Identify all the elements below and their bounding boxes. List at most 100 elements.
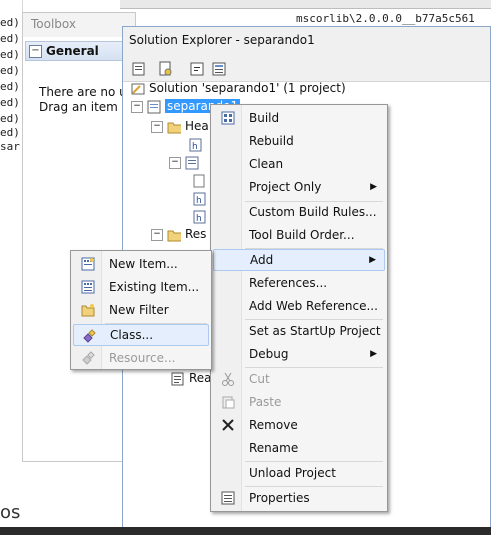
add-submenu: New Item... Existing Item... New Filter … — [70, 250, 212, 370]
menu-item-label: Set as StartUp Project — [249, 324, 381, 338]
tree-node-headers[interactable]: − Hea — [151, 119, 209, 137]
editor-line: ed) : — [0, 48, 22, 61]
menu-item-paste[interactable]: Paste — [213, 391, 385, 413]
menu-item-label: Custom Build Rules... — [249, 205, 377, 219]
tree-node-label: Rea — [189, 371, 212, 385]
tree-file[interactable]: h — [193, 209, 211, 227]
file-icon — [193, 174, 205, 187]
toolbox-group-general[interactable]: − General — [25, 41, 135, 61]
main-toolbar-fragment — [120, 0, 491, 9]
header-file-icon: h — [193, 210, 206, 224]
menu-item-label: Properties — [249, 491, 310, 505]
new-item-icon — [81, 257, 95, 271]
solution-icon — [131, 83, 145, 94]
menu-item-cut[interactable]: Cut — [213, 368, 385, 390]
menu-item-label: Class... — [110, 328, 154, 342]
toolbox-title: Toolbox — [23, 13, 135, 37]
menu-item-label: Tool Build Order... — [249, 228, 355, 242]
editor-line: ed) : — [0, 96, 22, 109]
menu-item-label: Paste — [249, 395, 282, 409]
class-view-icon — [212, 62, 226, 76]
menu-item-build[interactable]: Build — [213, 107, 385, 129]
editor-line: ed) : — [0, 32, 22, 45]
menu-item-label: Rename — [249, 441, 299, 455]
tree-node-solution[interactable]: Solution 'separando1' (1 project) — [131, 81, 346, 99]
menu-item-label: Project Only — [249, 180, 322, 194]
collapse-toggle-icon[interactable]: − — [169, 156, 181, 169]
menu-item-class[interactable]: Class... — [73, 324, 209, 346]
menu-item-rename[interactable]: Rename — [213, 437, 385, 459]
menu-item-resource[interactable]: Resource... — [73, 347, 209, 369]
tree-file[interactable]: h — [193, 191, 211, 209]
remove-x-icon — [222, 419, 234, 431]
menu-item-label: Remove — [249, 418, 298, 432]
menu-item-rebuild[interactable]: Rebuild — [213, 130, 385, 152]
collapse-toggle-icon[interactable]: − — [29, 45, 42, 58]
view-code-toolbar-button[interactable] — [187, 59, 207, 79]
svg-text:h: h — [196, 196, 202, 206]
editor-line: sar — [0, 140, 20, 153]
menu-item-existing-item[interactable]: Existing Item... — [73, 276, 209, 298]
tree-file[interactable]: − — [169, 155, 203, 173]
collapse-toggle-icon[interactable]: − — [151, 228, 163, 241]
tree-node-label: Hea — [185, 119, 209, 133]
show-all-files-icon — [159, 61, 172, 76]
tree-file[interactable]: h — [189, 137, 207, 155]
existing-item-icon — [81, 280, 95, 294]
menu-item-label: Cut — [249, 372, 270, 386]
collapse-toggle-icon[interactable]: − — [131, 100, 143, 113]
submenu-arrow-icon: ▶ — [370, 349, 377, 359]
menu-item-project-only[interactable]: Project Only ▶ — [213, 176, 385, 198]
show-all-files-toolbar-button[interactable] — [155, 59, 175, 79]
tree-node-resources[interactable]: − Res — [151, 227, 206, 245]
menu-item-label: Build — [249, 111, 280, 125]
menu-item-label: Add Web Reference... — [249, 299, 378, 313]
class-view-toolbar-button[interactable] — [209, 59, 229, 79]
editor-line: ed) : — [0, 112, 22, 125]
svg-text:h: h — [196, 214, 202, 224]
menu-item-tool-build-order[interactable]: Tool Build Order... — [213, 224, 385, 246]
tree-file[interactable] — [193, 173, 211, 191]
project-icon — [147, 100, 161, 113]
menu-item-label: Debug — [249, 347, 289, 361]
properties-icon — [132, 62, 145, 76]
project-context-menu: Build Rebuild Clean Project Only ▶ Custo… — [210, 104, 388, 512]
toolbox-window: Toolbox − General There are no us Drag a… — [22, 12, 136, 462]
background-text: os — [0, 502, 21, 523]
menu-item-clean[interactable]: Clean — [213, 153, 385, 175]
menu-item-add-web-reference[interactable]: Add Web Reference... — [213, 295, 385, 317]
menu-item-new-item[interactable]: New Item... — [73, 253, 209, 275]
properties-toolbar-button[interactable] — [129, 59, 149, 79]
text-file-icon — [171, 372, 184, 385]
form-file-icon — [185, 156, 199, 169]
scissors-icon — [222, 372, 234, 386]
svg-text:h: h — [192, 142, 198, 152]
menu-item-label: Clean — [249, 157, 284, 171]
menu-item-unload-project[interactable]: Unload Project — [213, 462, 385, 484]
menu-item-references[interactable]: References... — [213, 272, 385, 294]
menu-item-debug[interactable]: Debug ▶ — [213, 343, 385, 365]
submenu-arrow-icon: ▶ — [369, 255, 376, 265]
menu-item-remove[interactable]: Remove — [213, 414, 385, 436]
menu-item-label: Add — [250, 253, 274, 267]
tree-node-readme[interactable]: Rea — [171, 371, 212, 389]
menu-item-add[interactable]: Add ▶ — [213, 249, 385, 271]
menu-item-label: Rebuild — [249, 134, 294, 148]
editor-line: ed) : — [0, 126, 22, 139]
menu-item-properties[interactable]: Properties — [213, 487, 385, 509]
menu-item-set-startup-project[interactable]: Set as StartUp Project — [213, 320, 385, 342]
editor-line: ed) : — [0, 64, 22, 77]
menu-item-new-filter[interactable]: New Filter — [73, 299, 209, 321]
menu-item-label: Unload Project — [249, 466, 336, 480]
menu-item-custom-build-rules[interactable]: Custom Build Rules... — [213, 201, 385, 223]
menu-item-label: New Item... — [109, 257, 178, 271]
resource-icon — [82, 351, 95, 365]
view-code-icon — [190, 62, 204, 76]
tree-node-label: Res — [185, 227, 207, 241]
header-file-icon: h — [193, 192, 206, 206]
collapse-toggle-icon[interactable]: − — [151, 120, 163, 133]
toolbox-message-line: Drag an item or — [39, 100, 134, 114]
toolbox-empty-message: There are no us Drag an item or — [39, 85, 134, 115]
toolbox-group-label: General — [46, 44, 99, 58]
folder-icon — [167, 122, 181, 133]
